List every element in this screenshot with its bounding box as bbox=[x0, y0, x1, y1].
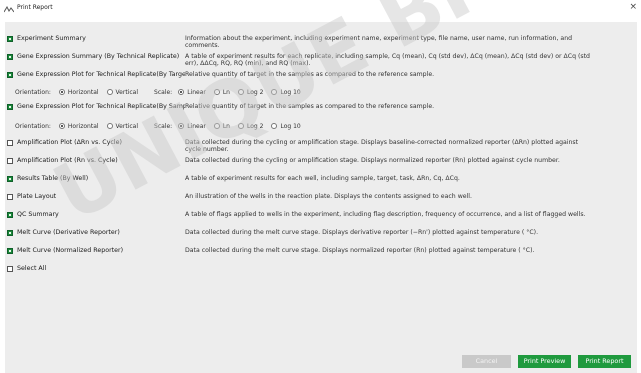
radio-linear[interactable]: Linear bbox=[178, 123, 206, 130]
window-title: Print Report bbox=[17, 4, 53, 11]
option-select-all[interactable]: Select All bbox=[7, 265, 627, 272]
option-label: Results Table (By Well) bbox=[17, 175, 89, 182]
radio-vertical[interactable]: Vertical bbox=[106, 89, 138, 96]
option-description: A table of flags applied to wells in the… bbox=[185, 211, 586, 218]
app-logo-icon bbox=[4, 6, 14, 13]
option-label: Gene Expression Plot for Technical Repli… bbox=[17, 71, 185, 78]
checkbox[interactable] bbox=[7, 54, 13, 60]
option-label: QC Summary bbox=[17, 211, 59, 218]
checkbox[interactable] bbox=[7, 248, 13, 254]
radio-log10[interactable]: Log 10 bbox=[271, 89, 301, 96]
radio-linear[interactable]: Linear bbox=[178, 89, 206, 96]
option-gene-expression-plot-sample[interactable]: Gene Expression Plot for Technical Repli… bbox=[7, 103, 627, 110]
option-amplification-plot-rn[interactable]: Amplification Plot (Rn vs. Cycle) Data c… bbox=[7, 157, 627, 164]
checkbox[interactable] bbox=[7, 36, 13, 42]
option-label: Melt Curve (Normalized Reporter) bbox=[17, 247, 124, 254]
option-amplification-plot-delta-rn[interactable]: Amplification Plot (ΔRn vs. Cycle) Data … bbox=[7, 139, 627, 154]
checkbox[interactable] bbox=[7, 140, 13, 146]
radio-ln[interactable]: Ln bbox=[213, 123, 230, 130]
checkbox[interactable] bbox=[7, 158, 13, 164]
option-label: Select All bbox=[17, 265, 47, 272]
checkbox[interactable] bbox=[7, 230, 13, 236]
option-gene-expression-summary[interactable]: Gene Expression Summary (By Technical Re… bbox=[7, 53, 627, 68]
option-description: Data collected during the cycling or amp… bbox=[185, 139, 579, 154]
radio-horizontal[interactable]: Horizontal bbox=[58, 89, 99, 96]
option-label: Amplification Plot (Rn vs. Cycle) bbox=[17, 157, 118, 164]
checkbox[interactable] bbox=[7, 104, 13, 110]
option-description: Relative quantity of target in the sampl… bbox=[185, 103, 435, 110]
option-label: Melt Curve (Derivative Reporter) bbox=[17, 229, 120, 236]
option-description: A table of experiment results for each w… bbox=[185, 175, 460, 182]
orientation-label: Orientation: bbox=[15, 88, 51, 96]
scale-label: Scale: bbox=[154, 122, 173, 130]
option-description: A table of experiment results for each r… bbox=[185, 53, 590, 68]
option-experiment-summary[interactable]: Experiment Summary Information about the… bbox=[7, 35, 627, 50]
radio-horizontal[interactable]: Horizontal bbox=[58, 123, 99, 130]
orientation-label: Orientation: bbox=[15, 122, 51, 130]
checkbox[interactable] bbox=[7, 194, 13, 200]
option-label: Experiment Summary bbox=[17, 35, 86, 42]
option-description: An illustration of the wells in the reac… bbox=[185, 193, 472, 200]
option-gene-expression-plot-target[interactable]: Gene Expression Plot for Technical Repli… bbox=[7, 71, 627, 78]
option-melt-curve-derivative[interactable]: Melt Curve (Derivative Reporter) Data co… bbox=[7, 229, 627, 236]
print-preview-button[interactable]: Print Preview bbox=[518, 355, 571, 368]
close-icon[interactable]: × bbox=[629, 2, 637, 12]
option-qc-summary[interactable]: QC Summary A table of flags applied to w… bbox=[7, 211, 627, 218]
checkbox[interactable] bbox=[7, 212, 13, 218]
plot-settings-by-target: Orientation: Horizontal Vertical Scale: … bbox=[15, 86, 415, 98]
radio-log2[interactable]: Log 2 bbox=[238, 89, 263, 96]
radio-ln[interactable]: Ln bbox=[213, 89, 230, 96]
option-results-table[interactable]: Results Table (By Well) A table of exper… bbox=[7, 175, 627, 182]
option-label: Plate Layout bbox=[17, 193, 57, 200]
checkbox[interactable] bbox=[7, 266, 13, 272]
title-bar: Print Report × bbox=[0, 0, 641, 18]
radio-log2[interactable]: Log 2 bbox=[238, 123, 263, 130]
option-plate-layout[interactable]: Plate Layout An illustration of the well… bbox=[7, 193, 627, 200]
checkbox[interactable] bbox=[7, 72, 13, 78]
cancel-button[interactable]: Cancel bbox=[462, 355, 511, 368]
option-melt-curve-normalized[interactable]: Melt Curve (Normalized Reporter) Data co… bbox=[7, 247, 627, 254]
print-report-button[interactable]: Print Report bbox=[578, 355, 631, 368]
checkbox[interactable] bbox=[7, 176, 13, 182]
option-label: Amplification Plot (ΔRn vs. Cycle) bbox=[17, 139, 122, 146]
option-description: Data collected during the melt curve sta… bbox=[185, 229, 539, 236]
option-description: Data collected during the cycling or amp… bbox=[185, 157, 560, 164]
radio-log10[interactable]: Log 10 bbox=[271, 123, 301, 130]
option-description: Data collected during the melt curve sta… bbox=[185, 247, 535, 254]
option-label: Gene Expression Summary (By Technical Re… bbox=[17, 53, 180, 60]
plot-settings-by-sample: Orientation: Horizontal Vertical Scale: … bbox=[15, 120, 415, 132]
radio-vertical[interactable]: Vertical bbox=[106, 123, 138, 130]
option-label: Gene Expression Plot for Technical Repli… bbox=[17, 103, 185, 110]
option-description: Information about the experiment, includ… bbox=[185, 35, 573, 50]
scale-label: Scale: bbox=[154, 88, 173, 96]
option-description: Relative quantity of target in the sampl… bbox=[185, 71, 435, 78]
